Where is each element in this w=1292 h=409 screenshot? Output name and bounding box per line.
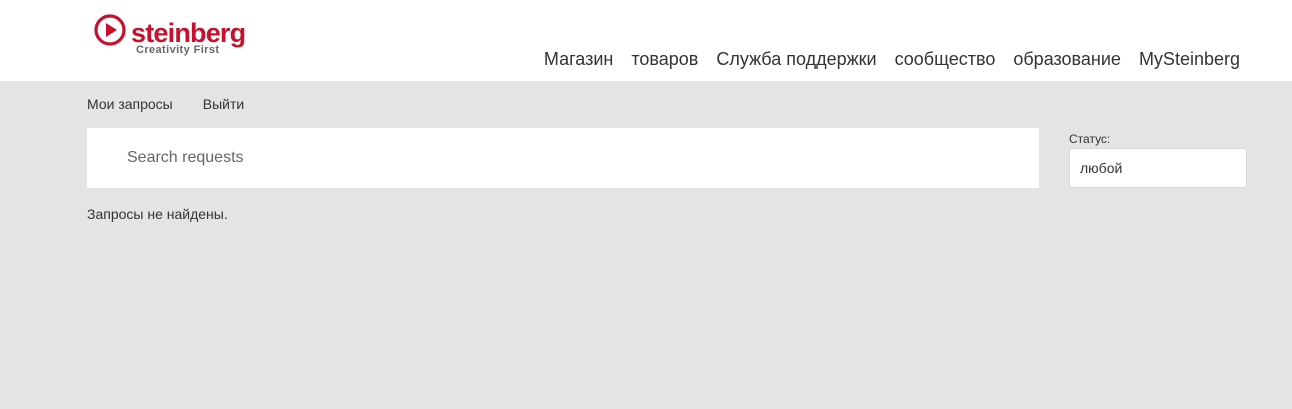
- status-filter-label: Статус:: [1069, 132, 1111, 146]
- status-filter-value: любой: [1080, 160, 1123, 176]
- main-navigation: Магазин товаров Служба поддержки сообщес…: [526, 48, 1240, 70]
- nav-item-mysteinberg[interactable]: MySteinberg: [1139, 48, 1240, 70]
- site-header: steinberg Creativity First Магазин товар…: [0, 0, 1292, 81]
- nav-item-support[interactable]: Служба поддержки: [716, 48, 876, 70]
- search-box: [87, 128, 1039, 188]
- search-requests-input[interactable]: [127, 128, 1027, 188]
- logout-link[interactable]: Выйти: [203, 96, 244, 113]
- nav-item-education[interactable]: образование: [1013, 48, 1121, 70]
- logo-wordmark: steinberg: [131, 18, 246, 48]
- play-logo-icon: [94, 14, 126, 46]
- status-filter-select[interactable]: любой: [1069, 148, 1247, 188]
- logo-tagline: Creativity First: [136, 44, 220, 56]
- nav-item-community[interactable]: сообщество: [895, 48, 996, 70]
- nav-item-products[interactable]: товаров: [631, 48, 698, 70]
- steinberg-logo[interactable]: steinberg Creativity First: [93, 13, 253, 59]
- my-requests-link[interactable]: Мои запросы: [87, 96, 173, 113]
- nav-item-shop[interactable]: Магазин: [544, 48, 613, 70]
- no-requests-message: Запросы не найдены.: [87, 206, 228, 222]
- user-subnav: Мои запросы Выйти: [87, 96, 274, 113]
